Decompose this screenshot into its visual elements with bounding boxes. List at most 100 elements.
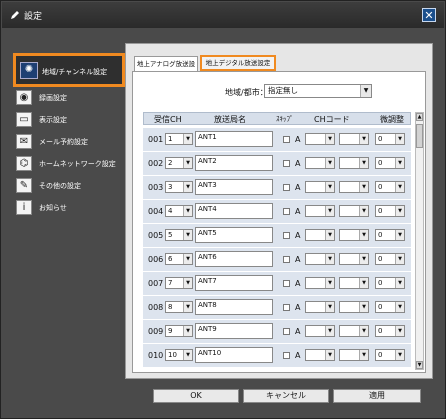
ch-select[interactable]: 10 ▼ [165, 349, 193, 361]
sidebar-item[interactable]: ◉ 録画設定 [11, 87, 127, 109]
ch-value: 10 [168, 351, 177, 359]
fine-select[interactable]: 0 ▼ [375, 349, 405, 361]
code-select-2[interactable]: ▼ [339, 133, 369, 145]
sidebar-item[interactable]: ✉ メール予約設定 [11, 131, 127, 153]
scroll-down-icon[interactable]: ▼ [416, 361, 423, 369]
fine-select[interactable]: 0 ▼ [375, 157, 405, 169]
chevron-down-icon: ▼ [395, 158, 404, 168]
code-select-2[interactable]: ▼ [339, 181, 369, 193]
sidebar-item[interactable]: ✎ その他の設定 [11, 175, 127, 197]
ch-select[interactable]: 6 ▼ [165, 253, 193, 265]
ch-select[interactable]: 4 ▼ [165, 205, 193, 217]
code-select-1[interactable]: ▼ [305, 157, 335, 169]
ch-select[interactable]: 2 ▼ [165, 157, 193, 169]
fine-select[interactable]: 0 ▼ [375, 301, 405, 313]
ch-select[interactable]: 1 ▼ [165, 133, 193, 145]
code-select-2[interactable]: ▼ [339, 277, 369, 289]
station-name-input[interactable]: ANT7 [195, 275, 273, 291]
skip-checkbox[interactable] [283, 328, 290, 335]
skip-checkbox[interactable] [283, 184, 290, 191]
chevron-down-icon: ▼ [359, 278, 368, 288]
code-prefix: A [295, 351, 301, 360]
row-number: 009 [148, 327, 164, 336]
sidebar-item-label: 録画設定 [39, 94, 67, 102]
skip-checkbox[interactable] [283, 160, 290, 167]
header-chcode: CHコード [314, 115, 350, 124]
station-name-input[interactable]: ANT6 [195, 251, 273, 267]
station-name-input[interactable]: ANT4 [195, 203, 273, 219]
region-label: 地域/都市： [225, 88, 268, 97]
skip-checkbox[interactable] [283, 256, 290, 263]
station-name-input[interactable]: ANT3 [195, 179, 273, 195]
code-select-1[interactable]: ▼ [305, 349, 335, 361]
chevron-down-icon: ▼ [395, 254, 404, 264]
region-select[interactable]: 指定無し ▼ [264, 84, 372, 98]
scrollbar[interactable]: ▲ ▼ [415, 112, 424, 370]
row-number: 005 [148, 231, 164, 240]
fine-select[interactable]: 0 ▼ [375, 181, 405, 193]
code-select-2[interactable]: ▼ [339, 205, 369, 217]
tab-digital[interactable]: 地上デジタル放送設定 [200, 55, 276, 71]
code-select-1[interactable]: ▼ [305, 301, 335, 313]
code-select-1[interactable]: ▼ [305, 205, 335, 217]
chevron-down-icon: ▼ [359, 158, 368, 168]
fine-value: 0 [378, 279, 383, 287]
ch-select[interactable]: 3 ▼ [165, 181, 193, 193]
sidebar-item[interactable]: i お知らせ [11, 197, 127, 219]
code-select-2[interactable]: ▼ [339, 253, 369, 265]
skip-checkbox[interactable] [283, 136, 290, 143]
code-select-1[interactable]: ▼ [305, 229, 335, 241]
skip-checkbox[interactable] [283, 280, 290, 287]
code-select-1[interactable]: ▼ [305, 181, 335, 193]
code-select-2[interactable]: ▼ [339, 301, 369, 313]
chevron-down-icon: ▼ [395, 302, 404, 312]
fine-select[interactable]: 0 ▼ [375, 229, 405, 241]
code-select-2[interactable]: ▼ [339, 325, 369, 337]
ch-select[interactable]: 8 ▼ [165, 301, 193, 313]
chevron-down-icon: ▼ [325, 350, 334, 360]
chevron-down-icon: ▼ [359, 350, 368, 360]
ch-select[interactable]: 7 ▼ [165, 277, 193, 289]
scroll-thumb[interactable] [416, 124, 423, 148]
code-select-2[interactable]: ▼ [339, 157, 369, 169]
station-name-input[interactable]: ANT5 [195, 227, 273, 243]
ok-button[interactable]: OK [153, 389, 239, 403]
satellite-icon: ✺ [20, 62, 38, 79]
region-value: 指定無し [268, 86, 298, 95]
fine-select[interactable]: 0 ▼ [375, 325, 405, 337]
sidebar-item[interactable]: ✺ 地域/チャンネル設定 [13, 53, 125, 87]
ch-select[interactable]: 5 ▼ [165, 229, 193, 241]
skip-checkbox[interactable] [283, 304, 290, 311]
skip-checkbox[interactable] [283, 232, 290, 239]
tab-analog[interactable]: 地上アナログ放送設定 [134, 56, 198, 82]
apply-button[interactable]: 適用 [333, 389, 421, 403]
sidebar-item[interactable]: ⌬ ホームネットワーク設定 [11, 153, 127, 175]
close-button[interactable]: ✕ [422, 8, 436, 22]
station-name-input[interactable]: ANT8 [195, 299, 273, 315]
fine-select[interactable]: 0 ▼ [375, 253, 405, 265]
station-name-input[interactable]: ANT1 [195, 131, 273, 147]
code-prefix: A [295, 327, 301, 336]
code-select-1[interactable]: ▼ [305, 277, 335, 289]
station-name-input[interactable]: ANT10 [195, 347, 273, 363]
code-select-2[interactable]: ▼ [339, 229, 369, 241]
code-select-1[interactable]: ▼ [305, 133, 335, 145]
fine-value: 0 [378, 135, 383, 143]
fine-select[interactable]: 0 ▼ [375, 277, 405, 289]
skip-checkbox[interactable] [283, 208, 290, 215]
cancel-button[interactable]: キャンセル [243, 389, 329, 403]
ch-select[interactable]: 9 ▼ [165, 325, 193, 337]
fine-select[interactable]: 0 ▼ [375, 205, 405, 217]
chevron-down-icon: ▼ [183, 206, 192, 216]
station-name-input[interactable]: ANT9 [195, 323, 273, 339]
skip-checkbox[interactable] [283, 352, 290, 359]
code-select-1[interactable]: ▼ [305, 325, 335, 337]
chevron-down-icon: ▼ [359, 206, 368, 216]
fine-select[interactable]: 0 ▼ [375, 133, 405, 145]
code-select-1[interactable]: ▼ [305, 253, 335, 265]
sidebar-item[interactable]: ▭ 表示設定 [11, 109, 127, 131]
station-name-input[interactable]: ANT2 [195, 155, 273, 171]
code-select-2[interactable]: ▼ [339, 349, 369, 361]
chevron-down-icon: ▼ [395, 230, 404, 240]
scroll-up-icon[interactable]: ▲ [416, 113, 423, 121]
